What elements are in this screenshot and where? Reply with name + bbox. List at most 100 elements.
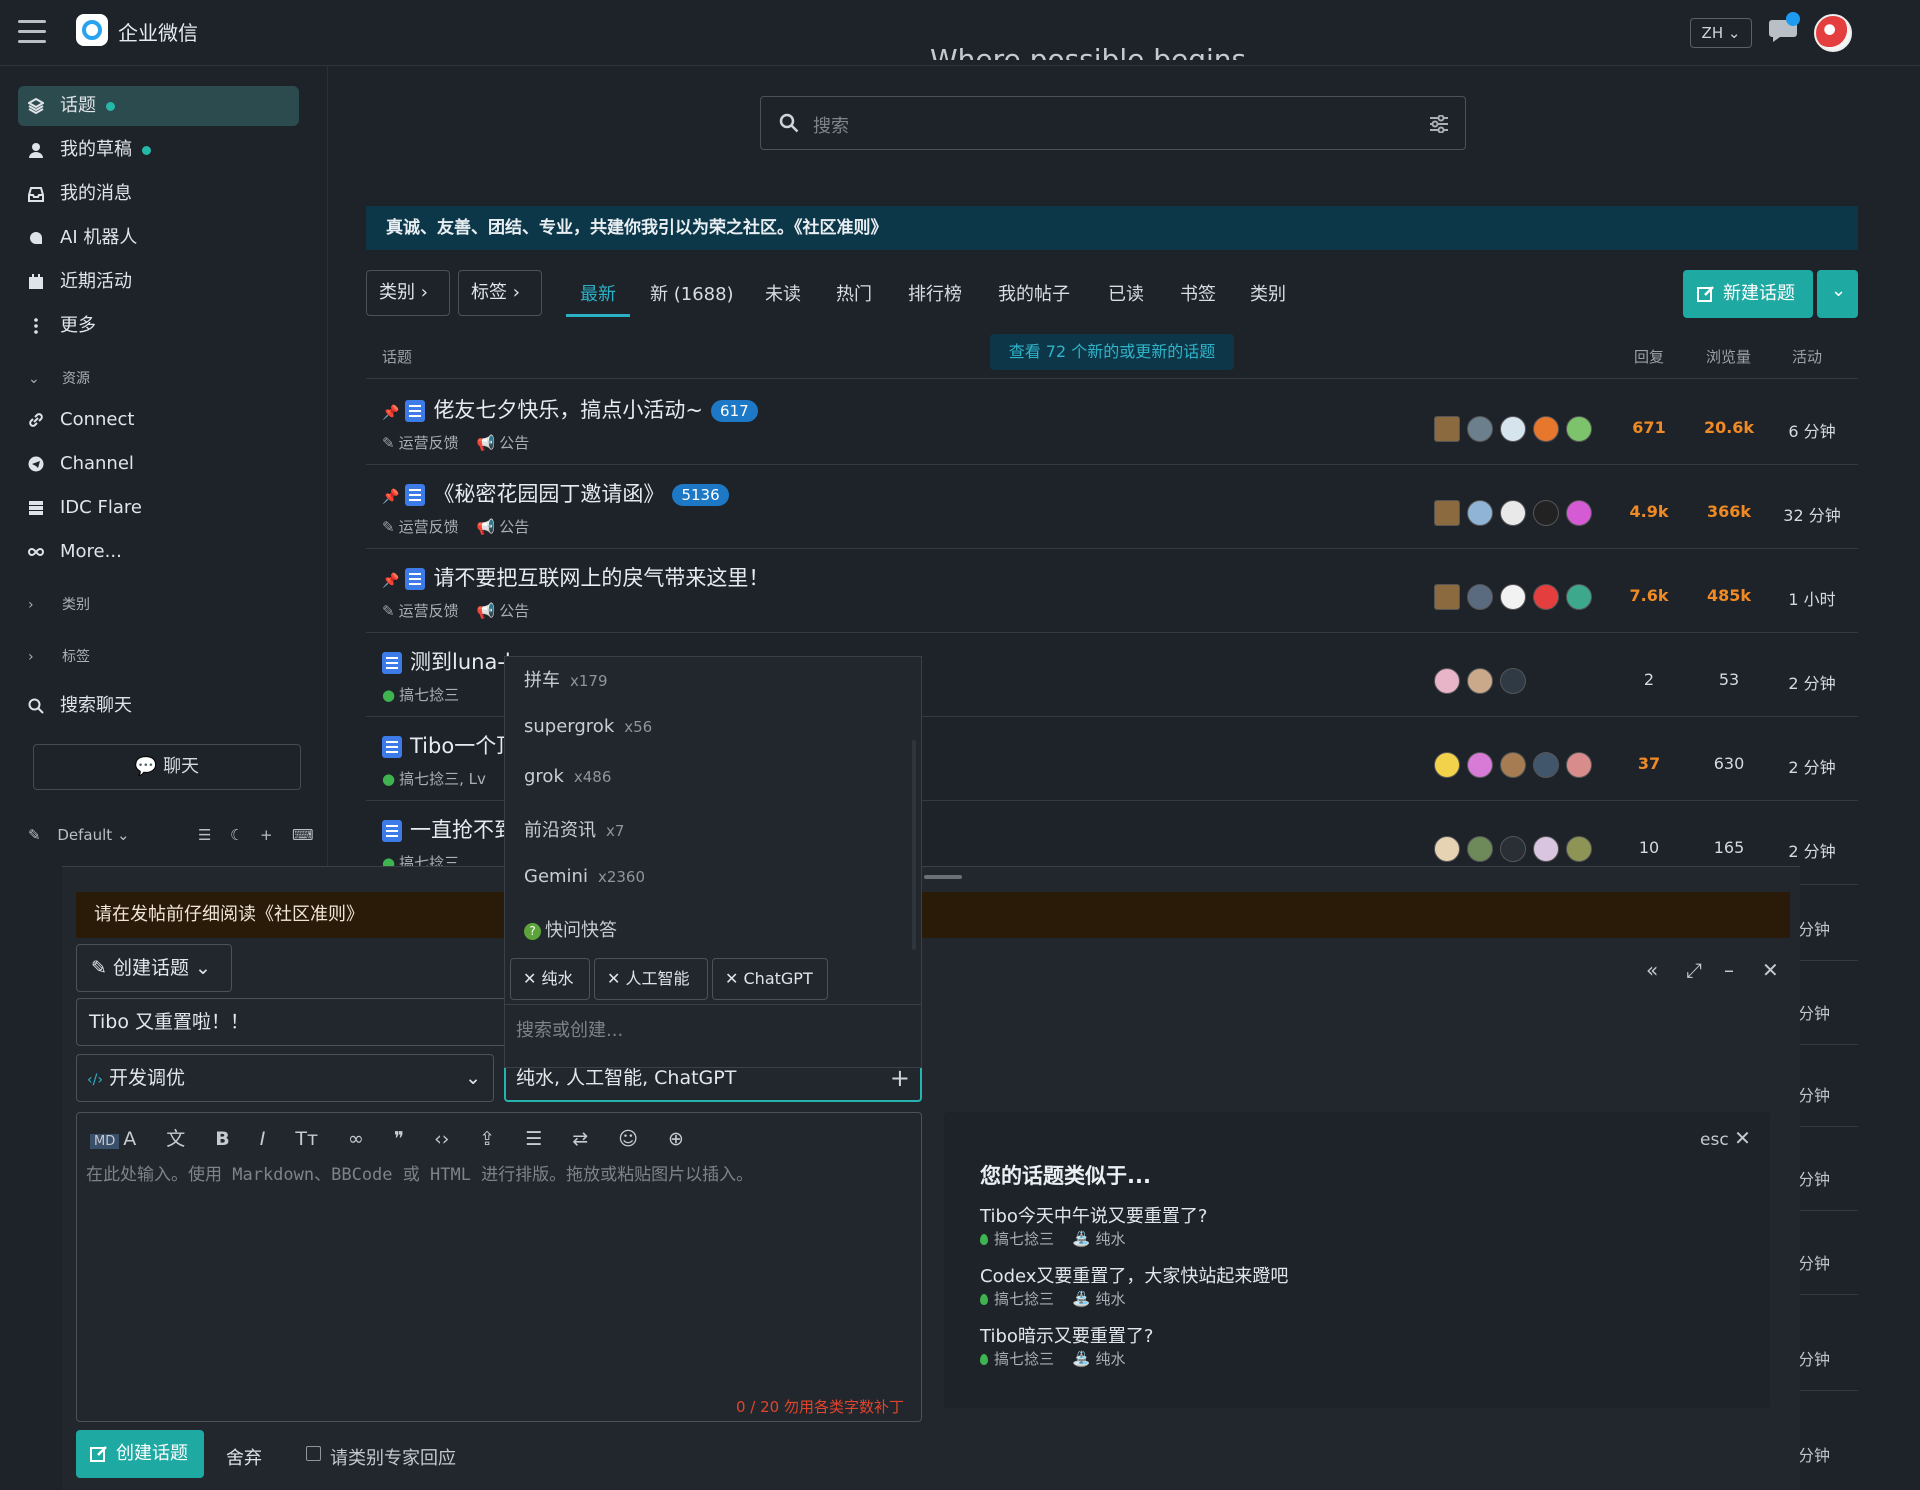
topic-title-link[interactable]: 佬友七夕快乐，搞点小活动~ — [433, 398, 703, 422]
sidebar-item-drafts[interactable]: 我的草稿 — [18, 130, 299, 170]
chat-button[interactable]: 💬 聊天 — [33, 744, 301, 790]
poster-avatar[interactable] — [1566, 584, 1592, 610]
swap-icon[interactable]: ⇄ — [572, 1128, 588, 1150]
minimize-icon[interactable]: – — [1724, 958, 1734, 982]
table-row[interactable]: 📌 《秘密花园园丁邀请函》 5136 ✎ 运营反馈 📢 公告 4.9k 366k 32 分钟 — [366, 472, 1858, 556]
topic-title-link[interactable]: 请不要把互联网上的戾气带来这里！ — [433, 566, 769, 590]
poster-avatar[interactable] — [1566, 836, 1592, 862]
tag-option[interactable]: 前沿资讯 x7 — [524, 816, 624, 842]
markdown-toggle-icon[interactable]: MD — [90, 1134, 120, 1149]
dismiss-similar[interactable]: esc ✕ — [1700, 1126, 1751, 1150]
sidebar-item-search-chat[interactable]: 搜索聊天 — [18, 686, 299, 726]
translate-icon[interactable]: 文 — [166, 1124, 185, 1151]
poster-avatar[interactable] — [1500, 500, 1526, 526]
code-icon[interactable]: ‹› — [434, 1128, 449, 1150]
sliders-icon[interactable]: ☰ — [198, 826, 211, 844]
poster-avatar[interactable] — [1500, 836, 1526, 862]
activity-time[interactable]: 2 分钟 — [1772, 754, 1852, 778]
category-selector[interactable]: ‹/› 开发调优 ⌄ — [76, 1054, 494, 1102]
topic-title-link[interactable]: 一直抢不到 — [410, 818, 512, 842]
selected-tag-chip[interactable]: ✕ 纯水 — [510, 958, 590, 1000]
community-banner[interactable]: 真诚、友善、团结、专业，共建你我引以为荣之社区。《社区准则》 — [366, 206, 1858, 250]
table-row[interactable]: 📌 请不要把互联网上的戾气带来这里！ ✎ 运营反馈 📢 公告 7.6k 485k 1 小时 — [366, 556, 1858, 640]
poster-avatar[interactable] — [1533, 752, 1559, 778]
theme-selector[interactable]: Default — [57, 826, 112, 844]
sidebar-item-idc-flare[interactable]: IDC Flare — [18, 488, 299, 528]
column-header-replies[interactable]: 回复 — [1634, 346, 1664, 367]
expand-icon[interactable]: ⤢ — [1686, 958, 1702, 982]
search-input[interactable]: 搜索 — [760, 96, 1466, 150]
hamburger-menu-icon[interactable] — [18, 20, 46, 44]
replies-count[interactable]: 37 — [1614, 754, 1684, 773]
tab-leaderboard[interactable]: 排行榜 — [908, 280, 962, 306]
brush-icon[interactable]: ✎ — [28, 826, 41, 844]
topic-tag[interactable]: 公告 — [499, 518, 529, 536]
title-input[interactable]: Tibo 又重置啦！！ — [76, 998, 516, 1046]
dropdown-scrollbar[interactable] — [912, 740, 916, 950]
expert-checkbox[interactable] — [306, 1446, 321, 1461]
new-topics-notice[interactable]: 查看 72 个新的或更新的话题 — [990, 334, 1234, 370]
create-topic-button[interactable]: 创建话题 — [76, 1430, 204, 1478]
remove-tag-icon[interactable]: ✕ — [523, 969, 536, 988]
user-avatar[interactable] — [1814, 14, 1852, 52]
sidebar-item-recent-activity[interactable]: 近期活动 — [18, 262, 299, 302]
tab-new[interactable]: 新 (1688) — [650, 280, 734, 306]
resources-section-header[interactable]: ⌄ 资源 — [28, 368, 90, 388]
poster-avatar[interactable] — [1566, 500, 1592, 526]
poster-avatar[interactable] — [1434, 500, 1460, 526]
activity-cell[interactable]: 分钟 — [1798, 1442, 1830, 1466]
upload-icon[interactable]: ⇪ — [479, 1128, 495, 1150]
activity-cell[interactable]: 分钟 — [1798, 1082, 1830, 1106]
topic-tag[interactable]: 公告 — [499, 434, 529, 452]
category-filter[interactable]: 类别 › — [366, 270, 450, 316]
replies-count[interactable]: 10 — [1614, 838, 1684, 857]
remove-tag-icon[interactable]: ✕ — [607, 969, 620, 988]
sidebar-item-ai-bot[interactable]: AI 机器人 — [18, 218, 299, 258]
tab-bookmarks[interactable]: 书签 — [1180, 280, 1216, 306]
poster-avatar[interactable] — [1533, 416, 1559, 442]
poster-avatar[interactable] — [1533, 836, 1559, 862]
tag-filter[interactable]: 标签 › — [458, 270, 542, 316]
italic-icon[interactable]: I — [260, 1128, 266, 1150]
categories-section-header[interactable]: › 类别 — [28, 594, 90, 614]
similar-topic-link[interactable]: Tibo今天中午说又要重置了? — [980, 1202, 1207, 1228]
replies-count[interactable]: 2 — [1614, 670, 1684, 689]
poster-avatar[interactable] — [1533, 584, 1559, 610]
tab-hot[interactable]: 热门 — [836, 280, 872, 306]
poster-avatar[interactable] — [1434, 752, 1460, 778]
tag-option[interactable]: ? 快问快答 — [524, 916, 617, 942]
poster-avatar[interactable] — [1500, 668, 1526, 694]
replies-count[interactable]: 4.9k — [1614, 502, 1684, 521]
sidebar-item-messages[interactable]: 我的消息 — [18, 174, 299, 214]
poster-avatar[interactable] — [1500, 752, 1526, 778]
moon-icon[interactable]: ☾ — [230, 826, 243, 844]
activity-time[interactable]: 1 小时 — [1772, 586, 1852, 610]
collapse-left-icon[interactable]: « — [1646, 958, 1658, 982]
tag-option[interactable]: grok x486 — [524, 766, 611, 787]
similar-topic-link[interactable]: Tibo暗示又要重置了? — [980, 1322, 1153, 1348]
poster-avatar[interactable] — [1500, 416, 1526, 442]
new-topic-dropdown[interactable]: ⌄ — [1817, 270, 1858, 318]
selected-tag-chip[interactable]: ✕ 人工智能 — [594, 958, 708, 1000]
column-header-activity[interactable]: 活动 — [1792, 346, 1822, 367]
tags-section-header[interactable]: › 标签 — [28, 646, 90, 666]
plus-icon[interactable]: + — [260, 826, 273, 844]
poster-avatar[interactable] — [1566, 416, 1592, 442]
poster-avatar[interactable] — [1566, 752, 1592, 778]
quote-icon[interactable]: ❞ — [394, 1128, 404, 1150]
bold-icon[interactable]: B — [215, 1128, 229, 1150]
poster-avatar[interactable] — [1467, 500, 1493, 526]
activity-cell[interactable]: 分钟 — [1798, 1166, 1830, 1190]
sidebar-item-more-links[interactable]: More... — [18, 532, 299, 572]
tab-categories[interactable]: 类别 — [1250, 280, 1286, 306]
new-topic-button[interactable]: 新建话题 — [1683, 270, 1813, 318]
replies-count[interactable]: 671 — [1614, 418, 1684, 437]
activity-time[interactable]: 2 分钟 — [1772, 670, 1852, 694]
topic-category[interactable]: 运营反馈 — [399, 434, 459, 452]
tag-option[interactable]: supergrok x56 — [524, 716, 652, 737]
close-icon[interactable]: ✕ — [1762, 958, 1779, 982]
rich-text-toggle-icon[interactable]: A — [123, 1128, 136, 1150]
activity-time[interactable]: 6 分钟 — [1772, 418, 1852, 442]
topic-title-link[interactable]: Tibo一个顶 — [410, 734, 512, 758]
topic-title-link[interactable]: 《秘密花园园丁邀请函》 — [433, 482, 664, 506]
